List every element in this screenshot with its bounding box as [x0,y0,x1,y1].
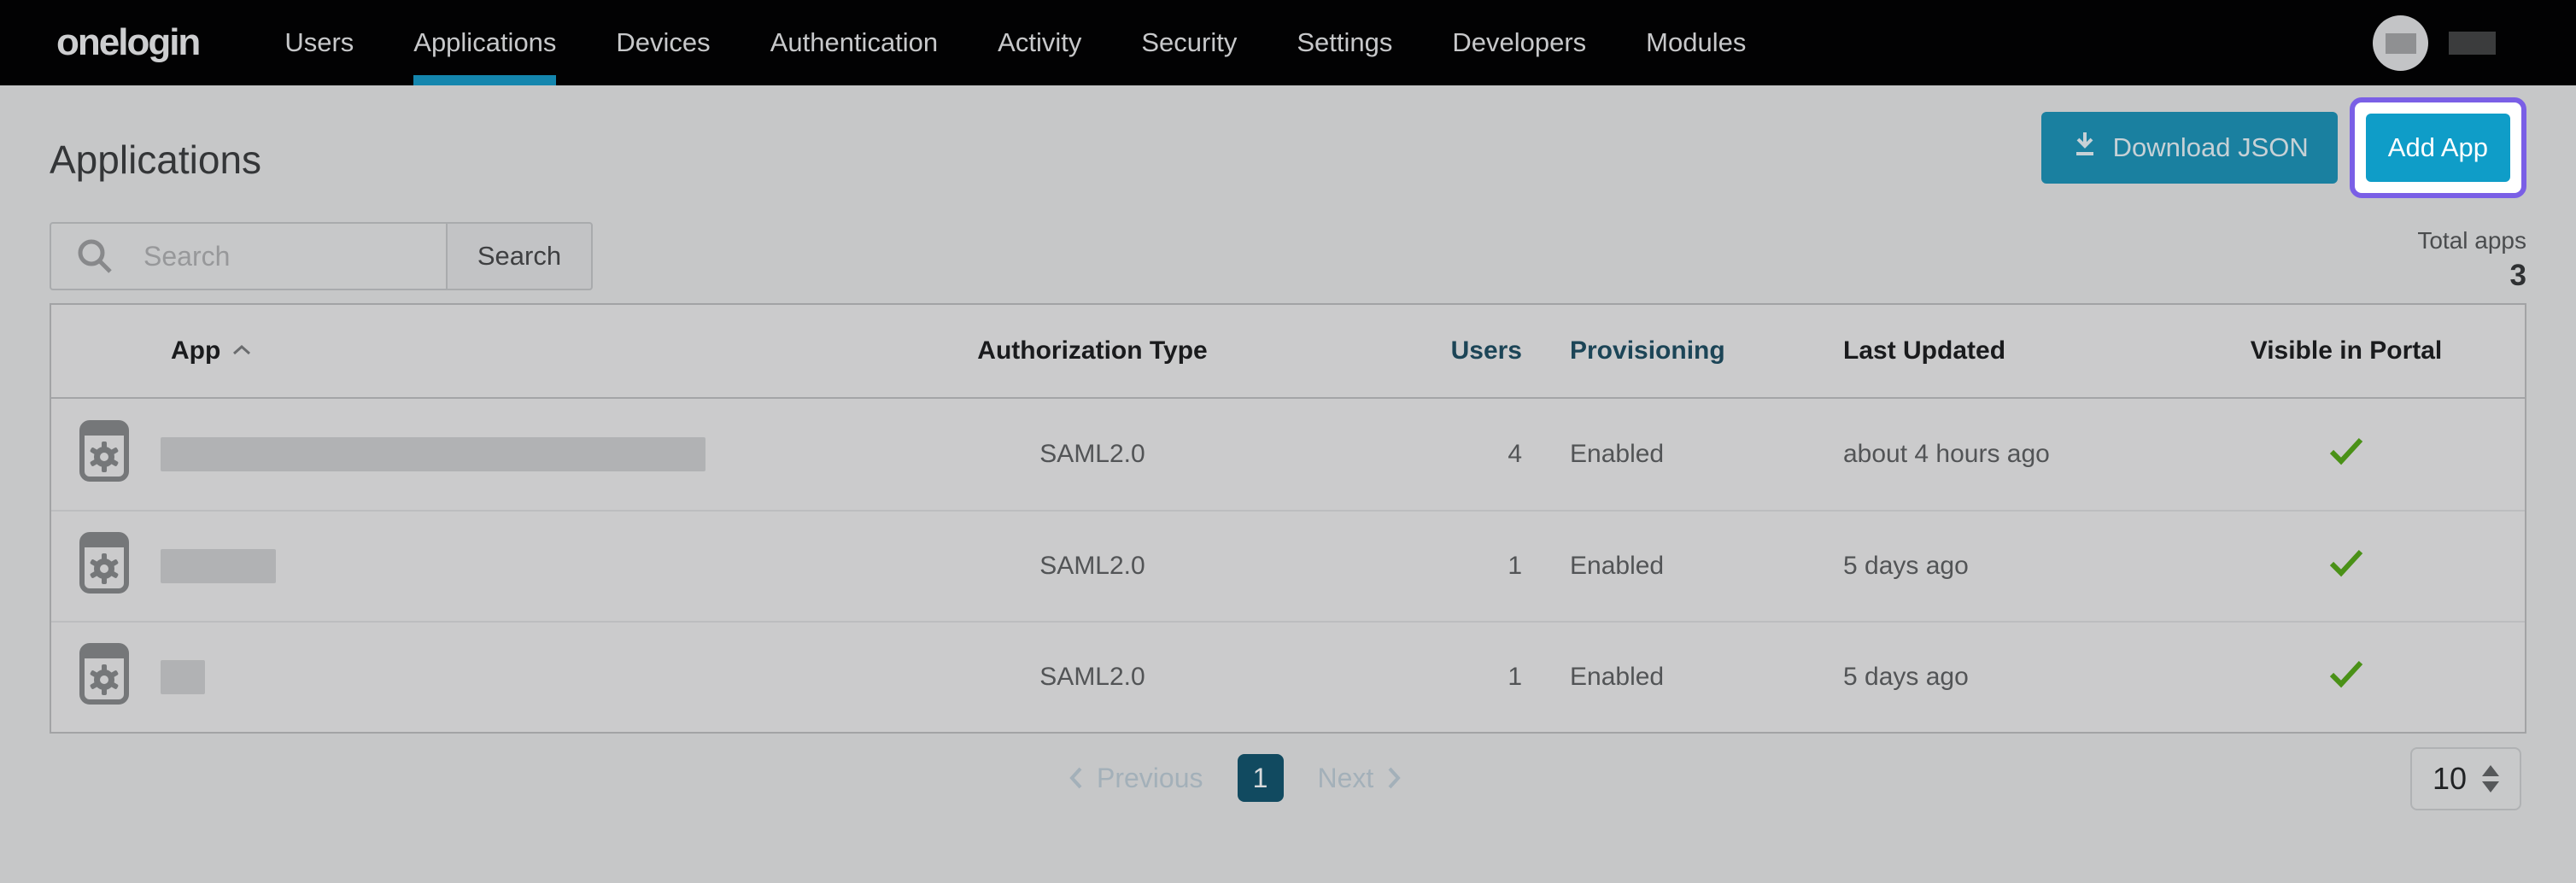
green-checkmark-icon [2328,436,2364,472]
header-actions: Download JSON Add App [2040,97,2526,198]
table-row[interactable]: SAML2.0 4 Enabled about 4 hours ago [51,399,2525,510]
pagination-row: Previous 1 Next 10 [0,747,2576,816]
green-checkmark-icon [2328,659,2364,695]
column-header-app[interactable]: App [51,305,880,397]
cell-last-updated: about 4 hours ago [1843,440,2050,468]
cell-authorization-type: SAML2.0 [1039,663,1145,691]
account-name-redaction[interactable] [2449,31,2496,55]
current-page-button[interactable]: 1 [1237,754,1284,802]
nav-item-devices[interactable]: Devices [616,0,710,85]
page-size-select[interactable]: 10 [2410,747,2521,810]
app-window-gear-icon [79,642,130,712]
chevron-right-icon [1388,767,1401,789]
cell-provisioning: Enabled [1570,552,1665,580]
column-header-users[interactable]: Users [1305,305,1527,397]
cell-authorization-type: SAML2.0 [1039,440,1145,468]
column-header-provisioning[interactable]: Provisioning [1527,305,1809,397]
add-app-highlight-box: Add App [2349,97,2526,198]
nav-item-activity[interactable]: Activity [998,0,1081,85]
nav-item-authentication[interactable]: Authentication [770,0,938,85]
cell-last-updated: 5 days ago [1843,552,1969,580]
cell-app [51,399,880,510]
avatar-redaction [2386,32,2416,54]
search-bar: Search [50,222,593,290]
next-page-button[interactable]: Next [1318,763,1403,794]
onelogin-admin-page: onelogin Users Applications Devices Authent… [0,0,2576,816]
applications-table: App Authorization Type Users Provisionin… [50,303,2526,734]
nav-right [2373,0,2496,85]
search-button[interactable]: Search [446,222,593,290]
sort-caret-up-icon [233,344,251,355]
cell-provisioning: Enabled [1570,440,1665,468]
cell-visible-in-portal [2168,623,2525,732]
download-icon [2070,130,2099,166]
app-name-redaction [161,437,705,471]
top-nav: onelogin Users Applications Devices Authent… [0,0,2576,85]
cell-app [51,623,880,732]
nav-item-users[interactable]: Users [284,0,354,85]
column-header-visible-in-portal: Visible in Portal [2250,336,2443,365]
nav-item-settings[interactable]: Settings [1297,0,1392,85]
app-window-gear-icon [79,531,130,601]
table-row[interactable]: SAML2.0 1 Enabled 5 days ago [51,621,2525,732]
chevron-left-icon [1069,767,1082,789]
app-window-gear-icon [79,419,130,489]
column-header-last-updated: Last Updated [1843,336,2006,365]
previous-label: Previous [1097,762,1203,793]
total-apps: Total apps 3 [2417,222,2526,293]
add-app-button[interactable]: Add App [2365,114,2510,182]
table-body: SAML2.0 4 Enabled about 4 hours ago SAML… [51,399,2525,732]
table-header-row: App Authorization Type Users Provisionin… [51,305,2525,399]
cell-users: 1 [1508,663,1522,691]
nav-items: Users Applications Devices Authentication Ac… [284,0,1746,85]
nav-item-modules[interactable]: Modules [1646,0,1746,85]
cell-app [51,512,880,621]
total-apps-count: 3 [2509,259,2526,292]
page-size-value: 10 [2432,761,2468,796]
pager: Previous 1 Next [1068,754,1402,802]
user-avatar[interactable] [2373,15,2428,71]
previous-page-button[interactable]: Previous [1068,763,1203,794]
column-header-authorization-type: Authorization Type [977,336,1208,365]
cell-last-updated: 5 days ago [1843,663,1969,691]
download-json-button[interactable]: Download JSON [2040,112,2338,184]
page-header: Applications Download JSON Add App [0,85,2576,210]
cell-authorization-type: SAML2.0 [1039,552,1145,580]
nav-item-security[interactable]: Security [1141,0,1237,85]
cell-provisioning: Enabled [1570,663,1665,691]
cell-users: 4 [1508,440,1522,468]
table-row[interactable]: SAML2.0 1 Enabled 5 days ago [51,510,2525,621]
cell-visible-in-portal [2168,399,2525,510]
search-icon [75,237,114,280]
green-checkmark-icon [2328,548,2364,584]
page-title: Applications [50,137,262,182]
nav-item-developers[interactable]: Developers [1452,0,1586,85]
app-name-redaction [161,660,205,694]
nav-item-applications[interactable]: Applications [413,0,557,85]
cell-visible-in-portal [2168,512,2525,621]
up-down-stepper-icon [2482,765,2500,792]
next-label: Next [1317,762,1374,793]
onelogin-logo[interactable]: onelogin [56,21,201,64]
download-json-label: Download JSON [2112,132,2309,162]
app-name-redaction [161,549,276,583]
cell-users: 1 [1508,552,1522,580]
total-apps-label: Total apps [2417,227,2526,254]
toolbar: Search Total apps 3 [0,222,2576,293]
